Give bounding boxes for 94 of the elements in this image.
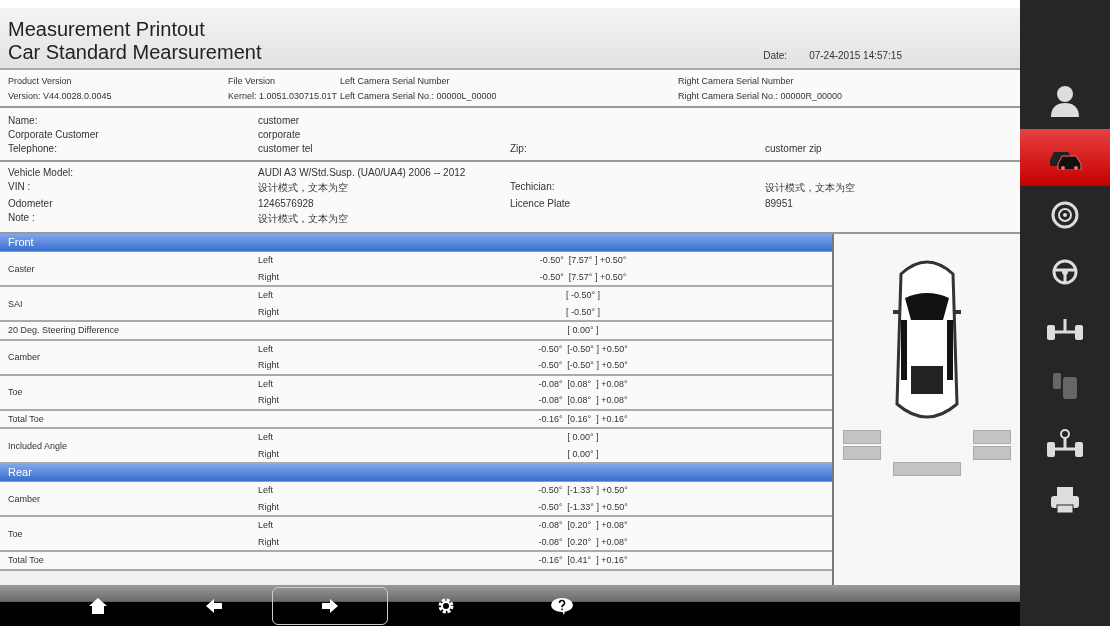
side-label: Left [258,520,274,531]
measurement-value: [ 0.00° ] [566,325,600,336]
back-arrow-icon [206,598,222,613]
settings-icon [437,596,455,615]
measurement-name: Total Toe [8,413,44,424]
measurement-value: -0.50° [-1.33° ] +0.50° [537,485,629,496]
side-label: Left [258,290,274,301]
side-label: Left [258,378,274,389]
measurement-name: Caster [8,263,35,274]
section-header: Front [0,234,832,252]
field-label: Telephone: [8,143,58,154]
report-subtitle: Car Standard Mearsurement [8,41,263,64]
measurement-value: -0.08° [0.20° ] +0.08° [537,536,629,547]
side-label: Right [258,271,280,282]
measurement-value: -0.50° [-0.50° ] +0.50° [537,343,629,354]
value-slot [843,430,881,444]
side-label: Right [258,395,280,406]
measurement-value: -0.08° [0.20° ] +0.08° [537,520,629,531]
measurement-name: Camber [8,352,40,362]
toolbar-button[interactable] [272,586,388,625]
help-icon [550,596,574,615]
printer-icon [1050,485,1080,514]
measurement-name: Included Angle [8,440,68,451]
field-value: customer zip [765,143,823,154]
field-label: File Version [228,76,277,86]
person-icon [1050,84,1080,117]
field-label: Right Camera Serial Number [678,76,795,86]
wheel-adjust-icon [1050,371,1080,400]
measurement-name: Total Toe [8,555,44,566]
section-header: Rear [0,464,832,482]
measurement-value: -0.50° [7.57° ] +0.50° [538,255,628,266]
measurement-value: -0.50° [7.57° ] +0.50° [538,271,628,282]
field-label: Licence Plate [510,198,572,209]
field-value: Kernel: 1.0051.030715.01T [228,91,339,101]
sidebar-item[interactable] [1020,129,1110,186]
side-label: Left [258,343,274,354]
value-slot [893,462,961,476]
measurement-value: [ -0.50° ] [564,306,602,317]
field-value: 设计模式，文本为空 [765,181,856,195]
date-value: 07-24-2015 14:57:15 [809,50,902,61]
field-label: Corporate Customer [8,129,100,140]
measurement-name: Camber [8,493,40,504]
field-label: Left Camera Serial Number [340,76,451,86]
field-label: Vehicle Model: [8,167,75,178]
measurement-name: Toe [8,528,23,539]
field-value: 设计模式，文本为空 [258,181,349,195]
field-value: Left Camera Serial No.: 00000L_00000 [340,91,498,101]
field-value: customer [258,115,301,126]
field-label: Name: [8,115,39,126]
forward-arrow-icon [322,598,338,613]
wheel-icon [1051,200,1079,229]
field-label: Product Version [8,76,73,86]
measurement-value: [ 0.00° ] [566,448,600,459]
field-value: AUDI A3 W/Std.Susp. (UA0/UA4) 2006 -- 2012 [258,167,467,178]
field-label: Techician: [510,181,556,194]
measurement-value: [ 0.00° ] [566,432,600,443]
side-label: Right [258,360,280,371]
side-label: Left [258,255,274,266]
side-label: Right [258,306,280,317]
side-label: Right [258,448,280,459]
axle-icon [1046,427,1084,458]
field-value: Right Camera Serial No.: 00000R_00000 [678,91,844,101]
measurement-name: Toe [8,387,23,397]
measurement-value: -0.08° [0.08° ] +0.08° [537,395,629,406]
field-value: corporate [258,129,302,140]
measurement-value: -0.08° [0.08° ] +0.08° [537,378,629,389]
axle-icon [1046,316,1084,341]
side-label: Left [258,432,274,443]
value-slot [843,446,881,460]
field-value: 89951 [765,198,794,209]
field-value: 设计模式，文本为空 [258,212,349,226]
measurement-name: 20 Deg. Steering Difference [8,325,119,336]
measurement-value: -0.50° [-0.50° ] +0.50° [537,360,629,371]
home-icon [89,597,107,614]
measurement-name: SAI [8,298,23,309]
side-label: Right [258,536,280,547]
field-label: Odometer [8,198,54,209]
side-label: Left [258,485,274,496]
measurement-value: -0.16° [0.41° ] +0.16° [537,555,629,566]
field-value: 1246576928 [258,198,315,209]
value-slot [973,446,1011,460]
date-label: Date: [763,50,788,61]
field-label: Note : [8,212,36,225]
field-label: VIN : [8,181,32,194]
measurement-value: -0.50° [-1.33° ] +0.50° [537,501,629,512]
measurement-value: [ -0.50° ] [564,290,602,301]
measurement-value: -0.16° [0.16° ] +0.16° [537,413,629,424]
value-slot [973,430,1011,444]
field-label: Zip: [510,143,528,154]
side-label: Right [258,501,280,512]
report-title: Measurement Printout [8,18,206,41]
field-value: Version: V44.0028.0.0045 [8,91,113,101]
field-value: customer tel [258,143,314,154]
steering-wheel-icon [1051,257,1079,286]
